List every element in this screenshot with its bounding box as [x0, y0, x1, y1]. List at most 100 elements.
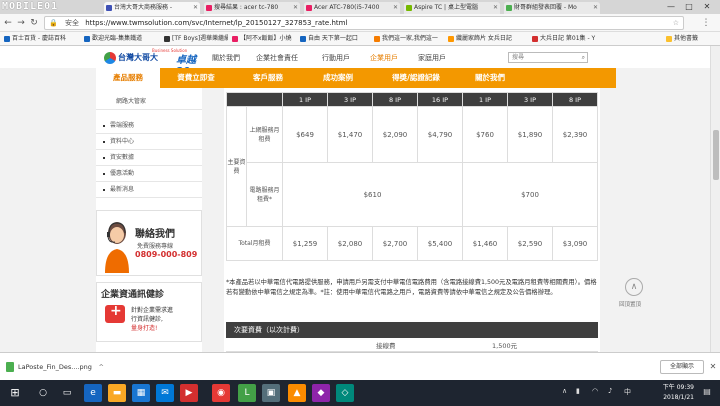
mainnav-products[interactable]: 產品服務 [96, 68, 160, 88]
chrome-icon[interactable]: ◉ [212, 384, 230, 402]
table-header-row: 1 IP 3 IP 8 IP 16 IP 1 IP 3 IP 8 IP [226, 92, 598, 107]
show-all-downloads-button[interactable]: 全部顯示 [660, 360, 704, 374]
file-explorer-icon[interactable]: ▬ [108, 384, 126, 402]
browser-tab-1[interactable]: 搜尋結果 : acer tc-780 ✕ [204, 2, 300, 14]
kebab-menu-icon[interactable]: ⋮ [700, 17, 712, 29]
bullet-icon [103, 125, 105, 127]
watermark: MOBILE01 [2, 1, 59, 12]
back-to-top-button[interactable]: ∧ 回頂置頂 [619, 278, 648, 310]
ime-icon[interactable]: 中 [624, 387, 631, 397]
close-icon[interactable]: ✕ [708, 360, 718, 374]
wifi-icon[interactable]: ◠ [592, 387, 598, 395]
row-label: 電路服務月租費* [246, 162, 283, 227]
bookmark-item[interactable]: [TF Boys]週華樂繼續 [164, 34, 228, 44]
photos-icon[interactable]: ▣ [262, 384, 280, 402]
sidebar-item-cloud[interactable]: 雲端服務 [96, 118, 202, 134]
browser-tab-0[interactable]: 台灣大哥大商務服務 - ✕ [104, 2, 200, 14]
table-row: 主要資費 上網服務月租費 $649 $1,470 $2,090 $4,790 $… [226, 106, 598, 227]
maximize-icon[interactable]: □ [682, 0, 696, 14]
page-scrollbar[interactable] [710, 46, 720, 352]
scrollbar-thumb[interactable] [713, 130, 719, 180]
table-row: 電路服務月租費* $610 $700 [227, 162, 598, 227]
minimize-icon[interactable]: — [664, 0, 678, 14]
lock-icon: 🔒 [49, 19, 58, 27]
bookmark-item[interactable]: 自由 天下第一起口 [300, 34, 370, 44]
image-file-icon [6, 362, 14, 372]
bookmark-favicon-icon [164, 36, 170, 42]
line-icon[interactable]: L [238, 384, 256, 402]
topnav-csr[interactable]: 企業社會責任 [256, 53, 298, 63]
mainnav-cases[interactable]: 成功案例 [306, 68, 370, 88]
bookmark-item[interactable]: 大兵日記 第01集 - Y [532, 34, 662, 44]
windows-start-icon[interactable]: ⊞ [6, 384, 24, 402]
table-row: Total月租費 $1,259 $2,080 $2,700 $5,400 $1,… [226, 226, 598, 261]
forward-icon[interactable]: → [15, 17, 27, 29]
medkit-icon [105, 303, 125, 323]
site-search-input[interactable]: 搜尋 ⌕ [508, 52, 588, 63]
system-clock[interactable]: 下午 09:39 2018/1/21 [650, 383, 694, 403]
download-item[interactable]: LaPoste_Fin_Des....png ^ [4, 359, 104, 375]
notification-icon[interactable]: ▤ [700, 387, 714, 399]
bookmark-item[interactable]: 百士百貨 - 慶誌百科 [4, 34, 80, 44]
site-logo[interactable]: 台灣大哥大 Business Solution 卓越20 [104, 48, 208, 77]
url-text: https://www.twmsolution.com/svc/Internet… [85, 19, 348, 27]
mainnav-service[interactable]: 客戶服務 [236, 68, 300, 88]
bookmark-favicon-icon [532, 36, 538, 42]
app-icon[interactable]: ◇ [336, 384, 354, 402]
task-view-icon[interactable]: ▭ [58, 384, 76, 402]
bookmark-item[interactable]: 歡迎光臨-集集鐵道 [84, 34, 160, 44]
bookmark-item[interactable]: 纖麗家飾片 女兵日記 [448, 34, 528, 44]
search-icon[interactable]: ⌕ [582, 53, 585, 62]
topnav-about[interactable]: 關於我們 [212, 53, 240, 63]
close-icon[interactable]: ✕ [493, 2, 498, 14]
sidebar-item-promotions[interactable]: 優惠活動 [96, 166, 202, 182]
topnav-home[interactable]: 家庭用戶 [418, 53, 446, 63]
secure-label: 安全 [65, 19, 79, 27]
topnav-mobile[interactable]: 行動用戶 [322, 53, 350, 63]
mainnav-awards[interactable]: 得獎/認證記錄 [378, 68, 454, 88]
sidebar: 網路大管家 雲端服務 資料中心 資安數據 優惠活動 最新消息 聯絡我們 免費服務… [96, 88, 202, 352]
browser-tab-3[interactable]: Aspire TC | 桌上型電腦 ✕ [404, 2, 500, 14]
star-icon[interactable]: ☆ [673, 17, 679, 29]
health-check-banner[interactable]: 企業資通訊健診 針對企業需求進 行資訊健診, 量身打造! [96, 282, 202, 342]
store-icon[interactable]: ▦ [132, 384, 150, 402]
bookmark-item[interactable]: 其他書籤 [666, 34, 716, 44]
row-value: 1,500元 [492, 342, 518, 350]
chevron-up-icon[interactable]: ^ [99, 359, 104, 375]
close-icon[interactable]: ✕ [593, 2, 598, 14]
window-close-icon[interactable]: ✕ [700, 0, 714, 14]
browser-tab-2[interactable]: Acer ATC-780(i5-7400 ✕ [304, 2, 400, 14]
row-label: Total月租費 [226, 226, 283, 261]
tray-overflow-icon[interactable]: ∧ [562, 387, 567, 395]
bookmark-item[interactable]: 我們這一家,我們這一 [374, 34, 444, 44]
reload-icon[interactable]: ↻ [28, 17, 40, 29]
table-header-cell: 1 IP [462, 92, 508, 107]
close-icon[interactable]: ✕ [393, 2, 398, 14]
folder-icon [666, 36, 672, 42]
sidebar-item-news[interactable]: 最新消息 [96, 182, 202, 198]
edge-icon[interactable]: e [84, 384, 102, 402]
vlc-icon[interactable]: ▲ [288, 384, 306, 402]
mail-icon[interactable]: ✉ [156, 384, 174, 402]
mainnav-about[interactable]: 關於我們 [458, 68, 522, 88]
mainnav-rates[interactable]: 資費立即查 [164, 68, 228, 88]
tab-favicon-icon [106, 5, 112, 11]
contact-us-banner[interactable]: 聯絡我們 免費服務專線 0809-000-809 [96, 210, 202, 276]
search-icon[interactable]: ○ [34, 384, 52, 402]
network-icon[interactable]: ▮ [576, 387, 580, 395]
topnav-enterprise[interactable]: 企業用戶 [370, 53, 398, 63]
close-icon[interactable]: ✕ [293, 2, 298, 14]
sidebar-item-network[interactable]: 網路大管家 [96, 94, 202, 110]
sidebar-item-security[interactable]: 資安數據 [96, 150, 202, 166]
sidebar-item-datacenter[interactable]: 資料中心 [96, 134, 202, 150]
volume-icon[interactable]: ♪ [608, 387, 612, 395]
table-row: 接線費 1,500元 [226, 338, 598, 352]
bookmark-item[interactable]: 【阿不x飯飯】小燒 [232, 34, 296, 44]
url-input[interactable]: 🔒 安全 https://www.twmsolution.com/svc/Int… [44, 16, 684, 30]
table-header-cell [226, 92, 283, 107]
app-icon[interactable]: ◆ [312, 384, 330, 402]
back-icon[interactable]: ← [2, 17, 14, 29]
media-icon[interactable]: ▶ [180, 384, 198, 402]
close-icon[interactable]: ✕ [193, 2, 198, 14]
browser-tab-4[interactable]: 財哥群組發表回覆 - Mo ✕ [504, 2, 600, 14]
